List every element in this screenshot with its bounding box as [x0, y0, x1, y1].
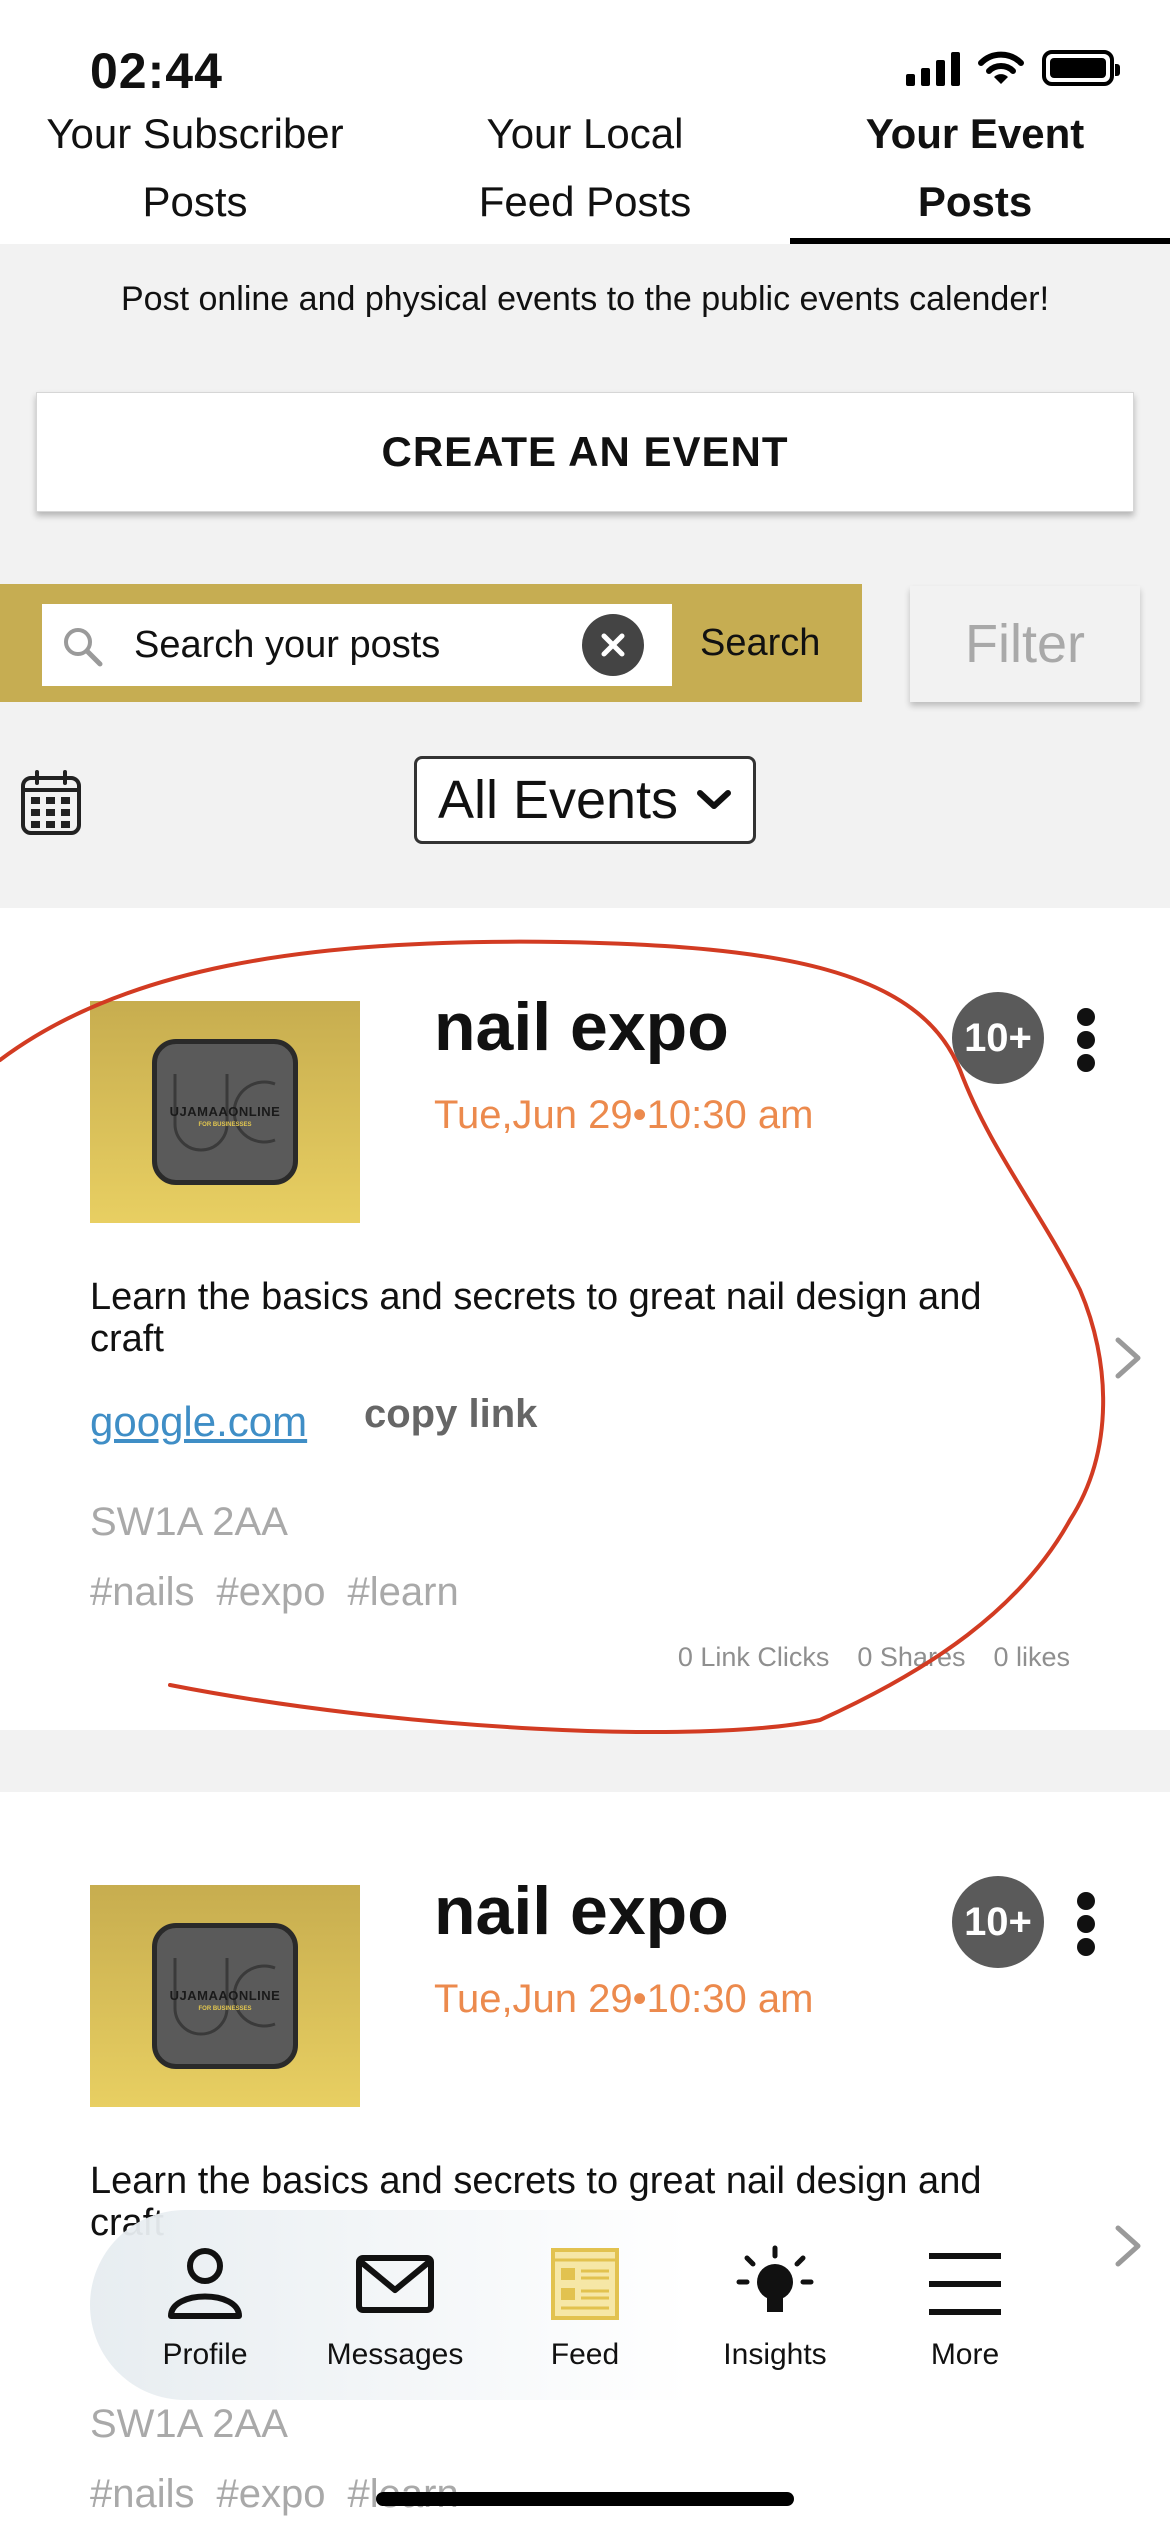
events-filter-value: All Events	[437, 770, 679, 830]
nav-label: Insights	[723, 2338, 827, 2371]
bottom-navigation: Profile Messages Feed Insights More	[90, 2210, 1090, 2400]
event-thumbnail: UJAMAAONLINE FOR BUSINESSES	[90, 1001, 360, 1223]
calendar-icon[interactable]	[20, 770, 82, 836]
tab-local-feed-posts[interactable]: Your Local Feed Posts	[390, 100, 780, 244]
logo-text: UJAMAAONLINE	[169, 1104, 281, 1119]
cellular-signal-icon	[906, 50, 960, 86]
nav-more[interactable]: More	[870, 2210, 1060, 2400]
events-info-text: Post online and physical events to the p…	[120, 280, 1050, 318]
battery-icon	[1042, 50, 1120, 86]
tag[interactable]: #expo	[217, 1570, 326, 1615]
tab-label-line2: Feed Posts	[478, 178, 692, 225]
person-icon	[168, 2248, 242, 2319]
nav-label: Feed	[550, 2338, 620, 2371]
event-postcode: SW1A 2AA	[90, 1500, 288, 1544]
status-bar: 02:44	[0, 0, 1170, 100]
clear-search-button[interactable]	[582, 614, 644, 676]
post-tabs: Your Subscriber Posts Your Local Feed Po…	[0, 100, 1170, 244]
nav-label: More	[930, 2338, 1000, 2371]
attendee-count-badge[interactable]: 10+	[952, 992, 1044, 1084]
tab-label-line1: Your Local	[486, 110, 684, 157]
post-stats: 0 Link Clicks 0 Shares 0 likes	[678, 1642, 1070, 1673]
search-box	[42, 604, 672, 686]
chevron-right-icon[interactable]	[1110, 2222, 1146, 2270]
event-date: Tue,Jun 29•10:30 am	[434, 1977, 814, 2021]
more-options-icon[interactable]	[1074, 1008, 1098, 1072]
event-tags: #nails #expo #learn	[90, 1570, 459, 1615]
events-filter-dropdown[interactable]: All Events	[414, 756, 756, 844]
logo-subtext: FOR BUSINESSES	[198, 1122, 252, 1128]
event-thumbnail: UJAMAAONLINE FOR BUSINESSES	[90, 1885, 360, 2107]
event-description: Learn the basics and secrets to great na…	[90, 1276, 982, 1360]
event-post-card[interactable]: UJAMAAONLINE FOR BUSINESSES nail expo Tu…	[0, 908, 1170, 1730]
search-button[interactable]: Search	[700, 584, 820, 702]
tag[interactable]: #expo	[217, 2472, 326, 2517]
search-bar: Search	[0, 584, 862, 702]
tab-label-line1: Your Subscriber	[46, 110, 344, 157]
link-clicks-stat: 0 Link Clicks	[677, 1642, 830, 1672]
search-input[interactable]	[134, 604, 574, 686]
hamburger-icon	[929, 2253, 1001, 2315]
status-time: 02:44	[90, 43, 223, 99]
tag[interactable]: #nails	[90, 1570, 195, 1615]
ujamaa-logo: UJAMAAONLINE FOR BUSINESSES	[152, 1923, 298, 2069]
chevron-right-icon[interactable]	[1110, 1334, 1146, 1382]
copy-link-button[interactable]: copy link	[364, 1392, 537, 1437]
filter-button[interactable]: Filter	[910, 586, 1140, 702]
search-icon	[64, 628, 103, 667]
status-icons	[906, 50, 1120, 86]
shares-stat: 0 Shares	[857, 1642, 966, 1672]
more-options-icon[interactable]	[1074, 1892, 1098, 1956]
logo-subtext: FOR BUSINESSES	[198, 2006, 252, 2012]
home-indicator[interactable]	[376, 2492, 794, 2506]
attendee-count-badge[interactable]: 10+	[952, 1876, 1044, 1968]
event-post-card[interactable]: UJAMAAONLINE FOR BUSINESSES nail expo Tu…	[0, 1792, 1170, 2532]
close-icon	[601, 633, 625, 657]
wifi-icon	[978, 51, 1024, 84]
tab-subscriber-posts[interactable]: Your Subscriber Posts	[0, 100, 390, 244]
tab-event-posts[interactable]: Your Event Posts	[780, 100, 1170, 244]
logo-text: UJAMAAONLINE	[169, 1988, 281, 2003]
event-link[interactable]: google.com	[90, 1398, 307, 1446]
chevron-down-icon	[697, 790, 732, 809]
nav-feed[interactable]: Feed	[490, 2210, 680, 2400]
event-title: nail expo	[434, 1873, 729, 1949]
nav-messages[interactable]: Messages	[300, 2210, 490, 2400]
tag[interactable]: #learn	[348, 1570, 459, 1615]
nav-profile[interactable]: Profile	[110, 2210, 300, 2400]
event-postcode: SW1A 2AA	[90, 2402, 288, 2446]
lightbulb-icon	[736, 2245, 814, 2312]
create-event-button[interactable]: CREATE AN EVENT	[36, 392, 1134, 512]
tag[interactable]: #nails	[90, 2472, 195, 2517]
event-title: nail expo	[434, 989, 729, 1065]
feed-icon	[551, 2248, 619, 2320]
envelope-icon	[356, 2255, 434, 2313]
tab-label-line2: Posts	[917, 178, 1033, 225]
event-date: Tue,Jun 29•10:30 am	[434, 1093, 814, 1137]
nav-label: Messages	[326, 2338, 464, 2371]
tab-label-line2: Posts	[142, 178, 248, 225]
nav-label: Profile	[162, 2338, 248, 2371]
tab-label-line1: Your Event	[865, 110, 1085, 157]
likes-stat: 0 likes	[993, 1642, 1070, 1672]
nav-insights[interactable]: Insights	[680, 2210, 870, 2400]
ujamaa-logo: UJAMAAONLINE FOR BUSINESSES	[152, 1039, 298, 1185]
